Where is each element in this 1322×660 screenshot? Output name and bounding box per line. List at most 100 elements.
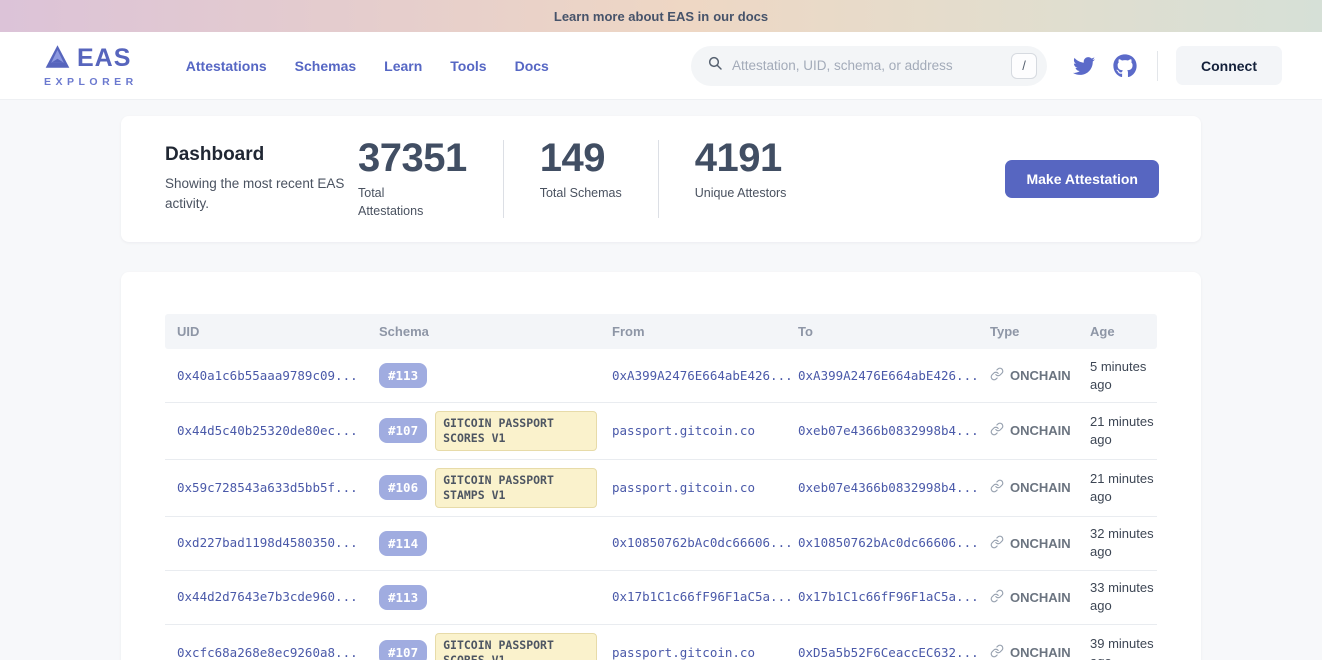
page-subtitle: Showing the most recent EAS activity. [165,174,345,213]
type-label: ONCHAIN [1010,368,1071,383]
github-icon[interactable] [1113,54,1137,78]
uid-link[interactable]: 0x40a1c6b55aaa9789c09... [177,368,358,383]
uid-link[interactable]: 0x59c728543a633d5bb5f... [177,480,358,495]
nav-attestations[interactable]: Attestations [186,58,267,74]
column-header-age: Age [1078,324,1157,339]
link-icon [990,589,1004,606]
dashboard-card: Dashboard Showing the most recent EAS ac… [121,116,1201,242]
search-shortcut-key: / [1011,53,1037,79]
schema-id-badge[interactable]: #113 [379,363,427,388]
uid-link[interactable]: 0x44d2d7643e7b3cde960... [177,589,358,604]
activity-table-card: UID Schema From To Type Age 0x40a1c6b55a… [121,272,1201,660]
from-address-link[interactable]: passport.gitcoin.co [612,645,755,660]
stat-divider [658,140,659,218]
schema-id-badge[interactable]: #106 [379,475,427,500]
to-address-link[interactable]: 0xeb07e4366b0832998b4... [798,423,979,438]
make-attestation-button[interactable]: Make Attestation [1005,160,1159,198]
column-header-schema: Schema [367,324,600,339]
docs-banner: Learn more about EAS in our docs [0,0,1322,32]
to-address-link[interactable]: 0xD5a5b52F6CeaccEC632... [798,645,979,660]
stats-row: 37351 Total Attestations 149 Total Schem… [358,138,786,220]
stat-total-schemas: 149 Total Schemas [540,138,622,203]
age-text: 39 minutes ago [1090,636,1154,660]
link-icon [990,644,1004,660]
column-header-from: From [600,324,786,339]
search-icon [707,55,723,76]
nav-learn[interactable]: Learn [384,58,422,74]
age-text: 32 minutes ago [1090,526,1154,559]
nav-docs[interactable]: Docs [515,58,549,74]
schema-name-badge[interactable]: GITCOIN PASSPORT SCORES V1 [435,633,597,660]
link-icon [990,535,1004,552]
social-links [1071,54,1137,78]
to-address-link[interactable]: 0x17b1C1c66fF96F1aC5a... [798,589,979,604]
main-nav: Attestations Schemas Learn Tools Docs [186,58,549,74]
link-icon [990,479,1004,496]
search-input[interactable] [732,58,1011,73]
nav-schemas[interactable]: Schemas [295,58,356,74]
uid-link[interactable]: 0x44d5c40b25320de80ec... [177,423,358,438]
schema-name-badge[interactable]: GITCOIN PASSPORT SCORES V1 [435,411,597,451]
stat-value: 4191 [695,138,787,178]
logo-subtitle: EXPLORER [44,77,138,88]
stat-unique-attestors: 4191 Unique Attestors [695,138,787,203]
table-row: 0x44d2d7643e7b3cde960... #113 0x17b1C1c6… [165,571,1157,625]
table-row: 0xd227bad1198d4580350... #114 0x10850762… [165,517,1157,571]
uid-link[interactable]: 0xd227bad1198d4580350... [177,535,358,550]
schema-id-badge[interactable]: #107 [379,640,427,660]
header: EAS EXPLORER Attestations Schemas Learn … [0,32,1322,100]
to-address-link[interactable]: 0xeb07e4366b0832998b4... [798,480,979,495]
column-header-to: To [786,324,978,339]
age-text: 33 minutes ago [1090,580,1154,613]
from-address-link[interactable]: 0x10850762bAc0dc66606... [612,535,793,550]
link-icon [990,422,1004,439]
attestation-type: ONCHAIN [990,644,1078,660]
table-body: 0x40a1c6b55aaa9789c09... #113 0xA399A247… [165,349,1157,660]
search-bar[interactable]: / [691,46,1047,86]
uid-link[interactable]: 0xcfc68a268e8ec9260a8... [177,645,358,660]
link-icon [990,367,1004,384]
logo-title: EAS [77,46,131,71]
attestation-type: ONCHAIN [990,589,1078,606]
stat-label: Total Schemas [540,185,622,203]
attestation-type: ONCHAIN [990,422,1078,439]
from-address-link[interactable]: passport.gitcoin.co [612,423,755,438]
nav-tools[interactable]: Tools [450,58,486,74]
banner-text: Learn more about EAS in [554,9,709,24]
from-address-link[interactable]: passport.gitcoin.co [612,480,755,495]
age-text: 21 minutes ago [1090,414,1154,447]
table-row: 0x59c728543a633d5bb5f... #106 GITCOIN PA… [165,460,1157,517]
stat-value: 37351 [358,138,467,178]
eas-logo-icon [44,43,71,74]
type-label: ONCHAIN [1010,590,1071,605]
from-address-link[interactable]: 0x17b1C1c66fF96F1aC5a... [612,589,793,604]
eas-logo[interactable]: EAS EXPLORER [44,43,138,88]
type-label: ONCHAIN [1010,536,1071,551]
column-header-uid: UID [165,324,367,339]
table-header: UID Schema From To Type Age [165,314,1157,349]
stat-label: Total Attestations [358,185,446,220]
type-label: ONCHAIN [1010,480,1071,495]
header-divider [1157,51,1158,81]
attestation-type: ONCHAIN [990,535,1078,552]
attestation-type: ONCHAIN [990,479,1078,496]
to-address-link[interactable]: 0x10850762bAc0dc66606... [798,535,979,550]
type-label: ONCHAIN [1010,423,1071,438]
schema-id-badge[interactable]: #113 [379,585,427,610]
page-title: Dashboard [165,144,358,166]
connect-button[interactable]: Connect [1176,46,1282,85]
stat-divider [503,140,504,218]
stat-value: 149 [540,138,622,178]
schema-id-badge[interactable]: #107 [379,418,427,443]
column-header-type: Type [978,324,1078,339]
twitter-icon[interactable] [1071,55,1097,77]
to-address-link[interactable]: 0xA399A2476E664abE426... [798,368,979,383]
schema-id-badge[interactable]: #114 [379,531,427,556]
attestation-type: ONCHAIN [990,367,1078,384]
from-address-link[interactable]: 0xA399A2476E664abE426... [612,368,793,383]
table-row: 0xcfc68a268e8ec9260a8... #107 GITCOIN PA… [165,625,1157,660]
banner-docs-link[interactable]: our docs [713,9,768,24]
age-text: 5 minutes ago [1090,359,1146,392]
type-label: ONCHAIN [1010,645,1071,660]
schema-name-badge[interactable]: GITCOIN PASSPORT STAMPS V1 [435,468,597,508]
